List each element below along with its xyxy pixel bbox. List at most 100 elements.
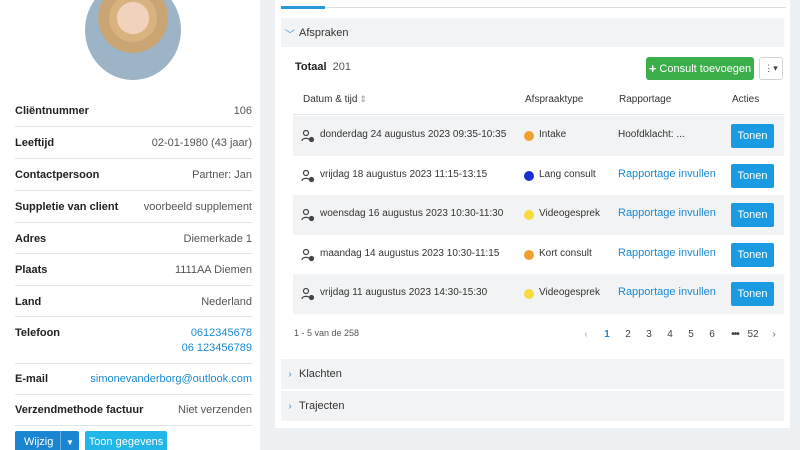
appointment-type: Videogesprek — [539, 208, 600, 219]
rapportage-invullen-link[interactable]: Rapportage invullen — [618, 247, 716, 259]
pager-page[interactable]: 52 — [747, 329, 759, 340]
section-afspraken[interactable]: ﹀ Afspraken — [281, 18, 784, 48]
consult-toevoegen-button[interactable]: + Consult toevoegen — [646, 57, 754, 80]
info-row-leeftijd: Leeftijd 02-01-1980 (43 jaar) — [15, 127, 252, 159]
info-label: Cliëntnummer — [15, 105, 89, 117]
table-row: maandag 14 augustus 2023 10:30-11:15 Kort… — [293, 235, 784, 275]
header-rapportage: Rapportage — [619, 94, 672, 105]
plus-icon: + — [648, 61, 657, 76]
info-row-adres: Adres Diemerkade 1 — [15, 223, 252, 254]
rapportage-text: Hoofdklacht: ... — [618, 129, 685, 140]
pager-page[interactable]: 4 — [664, 329, 676, 340]
appointment-date: woensdag 16 augustus 2023 10:30-11:30 — [320, 208, 504, 219]
appointment-date: maandag 14 augustus 2023 10:30-11:15 — [320, 248, 500, 259]
more-vertical-icon: ⋮▾ — [764, 63, 778, 73]
tonen-button[interactable]: Tonen — [731, 164, 774, 188]
pager-prev-icon[interactable]: ‹ — [580, 329, 592, 340]
info-value: Diemerkade 1 — [183, 233, 252, 245]
appointment-type: Kort consult — [539, 248, 592, 259]
totaal: Totaal 201 — [295, 61, 351, 73]
totaal-value: 201 — [332, 61, 351, 73]
header-datum[interactable]: Datum & tijd ⇕ — [303, 94, 367, 105]
appointment-date: donderdag 24 augustus 2023 09:35-10:35 — [320, 129, 507, 140]
user-clock-icon — [301, 129, 315, 143]
info-label: Telefoon — [15, 327, 61, 339]
header-afspraaktype: Afspraaktype — [525, 94, 584, 105]
header-acties: Acties — [732, 94, 760, 105]
pager-ellipsis: ••• — [731, 329, 740, 340]
rapportage-invullen-link[interactable]: Rapportage invullen — [618, 207, 716, 219]
info-value: 106 — [233, 105, 252, 117]
column-menu-button[interactable]: ⋮▾ — [759, 57, 783, 80]
info-row-contactpersoon: Contactpersoon Partner: Jan — [15, 159, 252, 191]
tab-divider — [281, 7, 786, 8]
main-panel: ﹀ Afspraken Totaal 201 + Consult toevoege… — [275, 0, 790, 428]
section-title: Klachten — [299, 368, 342, 380]
appointment-type: Videogesprek — [539, 287, 600, 298]
info-label: Plaats — [15, 264, 48, 276]
appointment-date: vrijdag 11 augustus 2023 14:30-15:30 — [320, 287, 488, 298]
appointment-type: Lang consult — [539, 169, 596, 180]
info-value: Partner: Jan — [192, 169, 252, 181]
info-label: Leeftijd — [15, 137, 55, 149]
table-row: vrijdag 18 augustus 2023 11:15-13:15 Lang… — [293, 156, 784, 196]
pager-next-icon[interactable]: › — [768, 329, 780, 340]
section-trajecten[interactable]: › Trajecten — [281, 391, 784, 421]
info-label: E-mail — [15, 373, 49, 385]
pager-info: 1 - 5 van de 258 — [294, 328, 360, 338]
rapportage-invullen-link[interactable]: Rapportage invullen — [618, 168, 716, 180]
chevron-right-icon: › — [288, 400, 292, 412]
info-label: Land — [15, 296, 42, 308]
toon-gegevens-button[interactable]: Toon gegevens — [85, 431, 167, 450]
type-color-dot — [524, 289, 534, 299]
section-klachten[interactable]: › Klachten — [281, 359, 784, 389]
info-row-clientnummer: Cliëntnummer 106 — [15, 95, 252, 127]
afspraken-content: Totaal 201 + Consult toevoegen ⋮▾ Datum &… — [281, 47, 784, 353]
info-label: Suppletie van client — [15, 201, 119, 213]
phone-link[interactable]: 0612345678 — [191, 327, 252, 339]
header-datum-label: Datum & tijd — [303, 94, 358, 105]
tab-active-indicator — [281, 6, 325, 9]
tonen-button[interactable]: Tonen — [731, 203, 774, 227]
wijzig-button-label: Wijzig — [24, 436, 54, 448]
info-value: 02-01-1980 (43 jaar) — [151, 137, 252, 149]
appointment-date: vrijdag 18 augustus 2023 11:15-13:15 — [320, 169, 488, 180]
pager-page[interactable]: 6 — [706, 329, 718, 340]
pager-page[interactable]: 3 — [643, 329, 655, 340]
user-clock-icon — [301, 169, 315, 183]
chevron-down-icon: ﹀ — [285, 29, 295, 41]
phone-link-2[interactable]: 06 123456789 — [182, 342, 252, 354]
consult-toevoegen-label: Consult toevoegen — [659, 62, 752, 75]
chevron-right-icon: › — [288, 368, 292, 380]
info-row-plaats: Plaats 1111AA Diemen — [15, 254, 252, 286]
tonen-button[interactable]: Tonen — [731, 124, 774, 148]
pager-page[interactable]: 2 — [622, 329, 634, 340]
totaal-label: Totaal — [295, 61, 327, 73]
table-row: woensdag 16 augustus 2023 10:30-11:30 Vid… — [293, 195, 784, 235]
tonen-button[interactable]: Tonen — [731, 282, 774, 306]
type-color-dot — [524, 210, 534, 220]
caret-down-icon[interactable]: ▼ — [60, 431, 79, 450]
info-row-verzendmethode: Verzendmethode factuur Niet verzenden — [15, 395, 252, 426]
info-value: Nederland — [201, 296, 252, 308]
info-value: 1111AA Diemen — [174, 264, 252, 276]
user-clock-icon — [301, 287, 315, 301]
pager-page[interactable]: 1 — [601, 329, 613, 340]
pager-page[interactable]: 5 — [685, 329, 697, 340]
info-row-suppletie: Suppletie van client voorbeeld supplemen… — [15, 191, 252, 223]
sort-icon: ⇕ — [359, 94, 368, 104]
tonen-button[interactable]: Tonen — [731, 243, 774, 267]
info-label: Adres — [15, 233, 47, 245]
email-link[interactable]: simonevanderborg@outlook.com — [90, 373, 252, 385]
client-details-panel: Cliëntnummer 106 Leeftijd 02-01-1980 (43… — [0, 0, 260, 450]
wijzig-button[interactable]: Wijzig ▼ — [15, 431, 79, 450]
user-clock-icon — [301, 208, 315, 222]
info-value: Niet verzenden — [178, 404, 252, 416]
user-clock-icon — [301, 248, 315, 262]
rapportage-invullen-link[interactable]: Rapportage invullen — [618, 286, 716, 298]
table-row: donderdag 24 augustus 2023 09:35-10:35 In… — [293, 116, 784, 156]
info-row-email: E-mail simonevanderborg@outlook.com — [15, 364, 252, 395]
table-header-divider — [293, 114, 784, 115]
info-label: Contactpersoon — [15, 169, 100, 181]
info-row-telefoon: Telefoon 0612345678 06 123456789 — [15, 317, 252, 364]
